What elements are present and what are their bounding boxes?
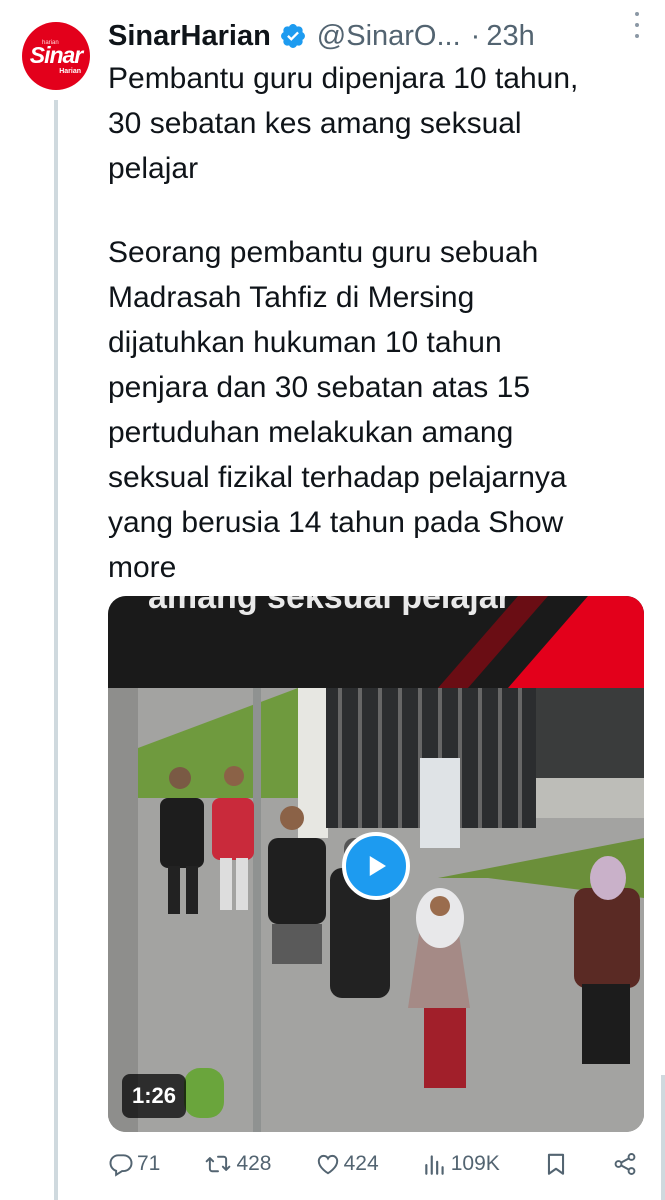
display-name[interactable]: SinarHarian	[108, 20, 271, 53]
scrollbar[interactable]	[661, 1075, 665, 1200]
body-line[interactable]: more	[108, 545, 653, 590]
video-player[interactable]: amang seksual pelajar 1:26	[108, 596, 644, 1132]
reply-count: 71	[137, 1152, 161, 1175]
video-duration: 1:26	[122, 1074, 187, 1118]
view-count: 109K	[450, 1152, 500, 1175]
body-line: pertuduhan melakukan amang	[108, 416, 514, 449]
share-button[interactable]	[612, 1151, 638, 1177]
repost-icon	[206, 1155, 231, 1173]
timestamp[interactable]: 23h	[486, 20, 534, 53]
banner-stripe-graphic	[438, 596, 644, 688]
user-handle[interactable]: @SinarO...	[317, 20, 461, 53]
tweet-actions: 71 428 424 109K	[108, 1146, 638, 1182]
share-icon	[614, 1153, 636, 1175]
tweet-body: Seorang pembantu guru sebuah Madrasah Ta…	[108, 230, 653, 590]
more-options-icon[interactable]	[635, 12, 641, 38]
verified-badge-icon[interactable]	[279, 22, 307, 50]
avatar[interactable]: harian Sinar Harian	[22, 22, 90, 90]
thread-line	[54, 100, 58, 1200]
repost-count: 428	[236, 1152, 272, 1175]
reply-icon	[109, 1154, 133, 1177]
video-banner: amang seksual pelajar	[108, 596, 644, 688]
video-frame	[108, 688, 644, 1132]
headline-line: Pembantu guru dipenjara 10 tahun,	[108, 62, 579, 95]
body-line: seksual fizikal terhadap pelajarnya	[108, 461, 567, 494]
bookmark-icon	[547, 1153, 564, 1175]
views-chart-icon	[424, 1155, 444, 1175]
tweet-header: SinarHarian @SinarO... · 23h	[108, 14, 648, 58]
like-count: 424	[343, 1152, 379, 1175]
like-button[interactable]: 424	[315, 1151, 379, 1177]
bookmark-button[interactable]	[543, 1151, 569, 1177]
heart-icon	[317, 1154, 338, 1175]
avatar-sub-text: Harian	[59, 68, 81, 75]
play-icon	[369, 856, 386, 876]
body-line: Madrasah Tahfiz di Mersing	[108, 281, 475, 314]
body-line: Seorang pembantu guru sebuah	[108, 236, 539, 269]
body-line: yang berusia 14 tahun pada Show	[108, 506, 564, 539]
tweet-headline: Pembantu guru dipenjara 10 tahun, 30 seb…	[108, 56, 653, 191]
video-scene-image	[108, 688, 644, 1132]
views-button[interactable]: 109K	[422, 1151, 500, 1177]
headline-line: pelajar	[108, 152, 199, 185]
repost-button[interactable]: 428	[203, 1151, 272, 1177]
reply-button[interactable]: 71	[108, 1151, 160, 1177]
avatar-logo-text: Sinar	[29, 42, 84, 68]
separator-dot: ·	[470, 19, 481, 52]
body-line: dijatuhkan hukuman 10 tahun	[108, 326, 502, 359]
play-button[interactable]	[342, 832, 410, 900]
headline-line: 30 sebatan kes amang seksual	[108, 107, 522, 140]
body-line: penjara dan 30 sebatan atas 15	[108, 371, 531, 404]
